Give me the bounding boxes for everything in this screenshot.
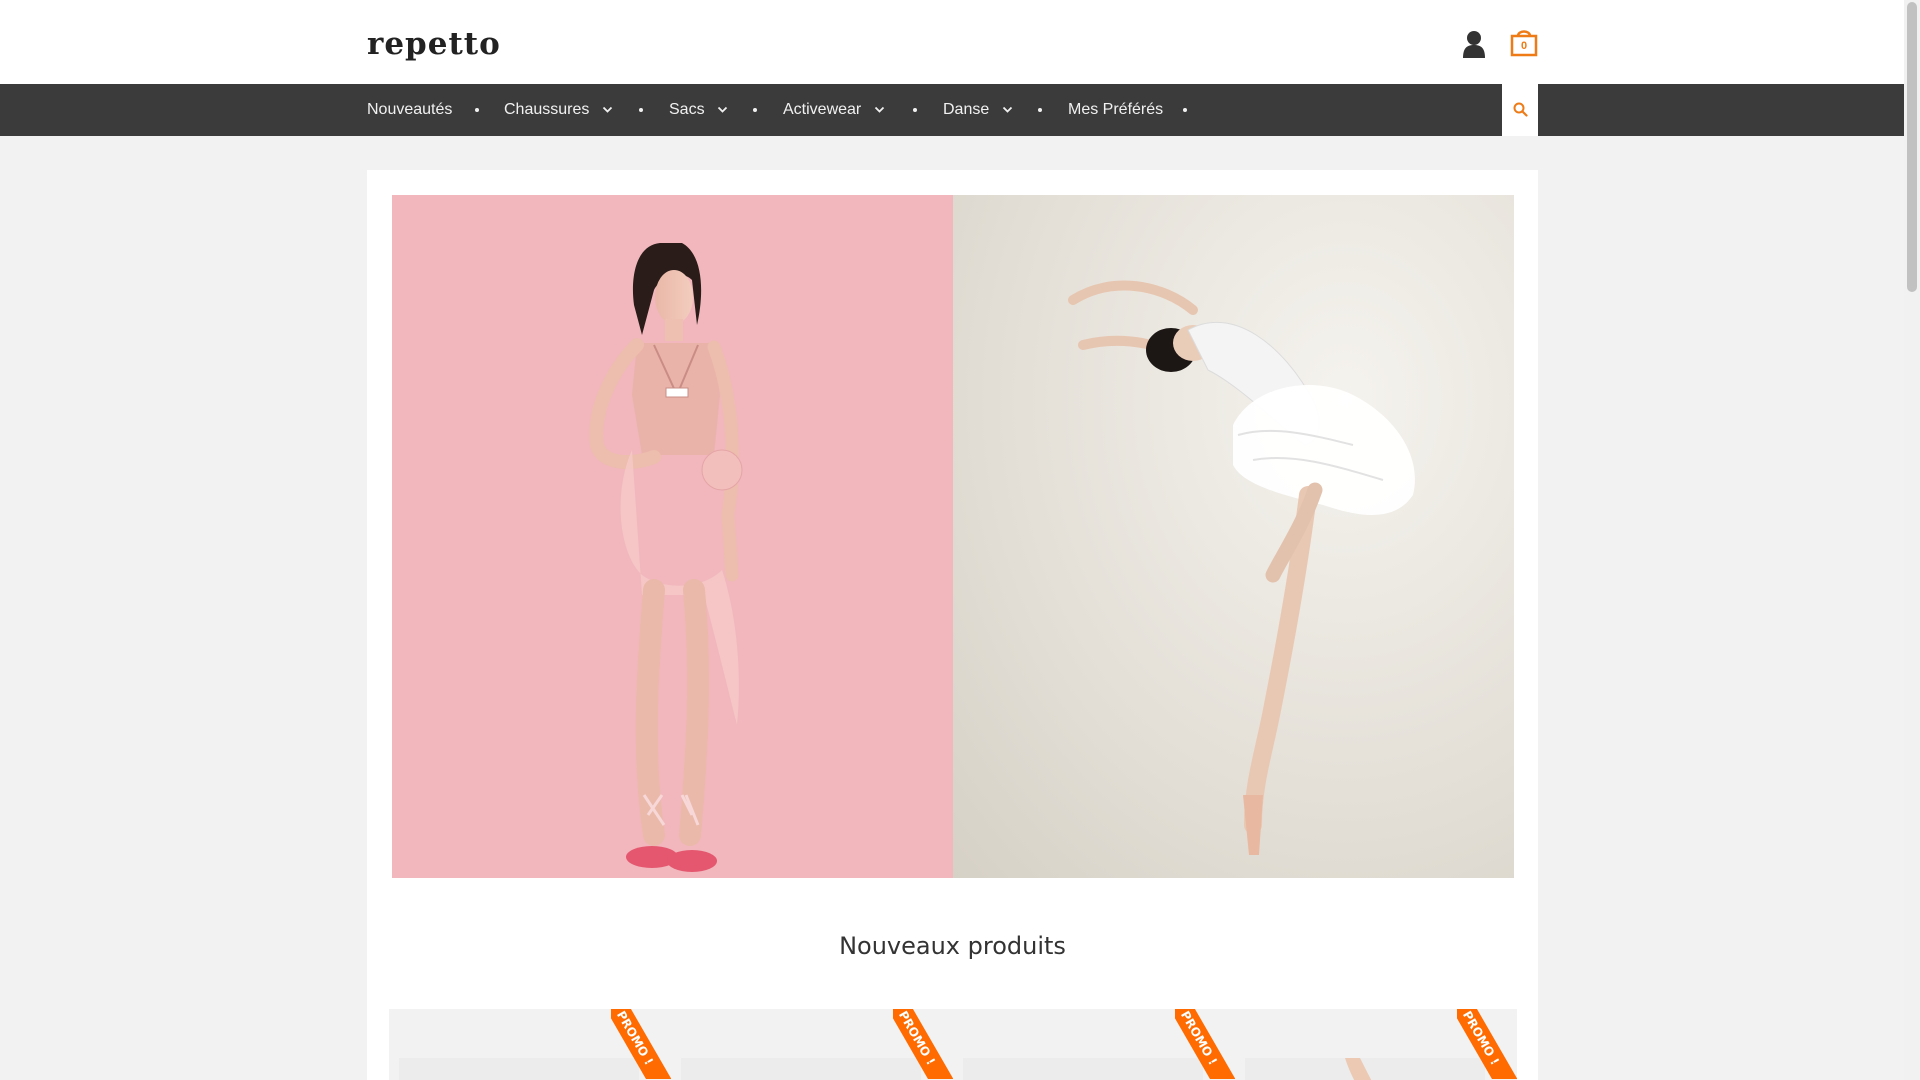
nav-item-danse[interactable]: Danse bbox=[943, 84, 1013, 136]
nav-item-mes-preferes[interactable]: Mes Préférés bbox=[1068, 84, 1163, 136]
nav-item-label: Chaussures bbox=[504, 101, 590, 118]
nav-item-activewear[interactable]: Activewear bbox=[783, 84, 885, 136]
hero-image-ballet bbox=[953, 195, 1514, 878]
chevron-down-icon bbox=[602, 107, 612, 114]
nav-item-label: Sacs bbox=[669, 101, 705, 118]
promo-ribbon: PROMO ! bbox=[1457, 1009, 1517, 1079]
nav-separator bbox=[1038, 108, 1042, 112]
promo-badge: PROMO ! bbox=[1457, 1009, 1517, 1079]
nav-separator bbox=[475, 108, 479, 112]
page-scrollbar[interactable] bbox=[1904, 0, 1920, 1080]
product-image bbox=[681, 1058, 921, 1080]
site-header: repetto 0 bbox=[0, 0, 1904, 84]
promo-ribbon: PROMO ! bbox=[1175, 1009, 1235, 1079]
search-button[interactable] bbox=[1502, 84, 1538, 136]
main-content: Nouveaux produits PROMO ! PROMO ! PROMO … bbox=[367, 170, 1538, 1080]
logo-wordmark: repetto bbox=[367, 26, 501, 62]
site-logo[interactable]: repetto bbox=[367, 26, 501, 62]
promo-badge: PROMO ! bbox=[611, 1009, 671, 1079]
promo-ribbon: PROMO ! bbox=[611, 1009, 671, 1079]
promo-badge: PROMO ! bbox=[893, 1009, 953, 1079]
product-image bbox=[399, 1058, 639, 1080]
nav-item-label: Danse bbox=[943, 101, 990, 118]
product-image bbox=[1245, 1058, 1485, 1080]
promo-ribbon: PROMO ! bbox=[893, 1009, 953, 1079]
product-image bbox=[963, 1058, 1203, 1080]
scrollbar-thumb[interactable] bbox=[1907, 2, 1917, 292]
nav-item-label: Mes Préférés bbox=[1068, 101, 1164, 118]
product-card[interactable]: PROMO ! bbox=[953, 1009, 1235, 1080]
nav-separator bbox=[639, 108, 643, 112]
nav-item-chaussures[interactable]: Chaussures bbox=[504, 84, 613, 136]
nav-item-nouveautes[interactable]: Nouveautés bbox=[367, 84, 452, 136]
nav-separator bbox=[1183, 108, 1187, 112]
product-card[interactable]: PROMO ! bbox=[671, 1009, 953, 1080]
section-title-new-products: Nouveaux produits bbox=[839, 932, 1066, 960]
product-card[interactable]: PROMO ! bbox=[389, 1009, 671, 1080]
page: repetto 0 Nouveautés Chaussures Sacs Act… bbox=[0, 0, 1904, 1080]
search-icon bbox=[1513, 102, 1528, 117]
chevron-down-icon bbox=[717, 107, 728, 114]
nav-separator bbox=[913, 108, 917, 112]
hero-banner[interactable] bbox=[392, 195, 1514, 878]
nav-item-sacs[interactable]: Sacs bbox=[669, 84, 728, 136]
cart-count-badge: 0 bbox=[1520, 40, 1528, 52]
cart-button[interactable]: 0 bbox=[1509, 27, 1539, 57]
nav-separator bbox=[753, 108, 757, 112]
promo-badge: PROMO ! bbox=[1175, 1009, 1235, 1079]
hero-image-fashion bbox=[392, 195, 953, 878]
chevron-down-icon bbox=[1002, 107, 1012, 114]
nav-item-label: Nouveautés bbox=[367, 101, 453, 118]
account-icon[interactable] bbox=[1462, 30, 1486, 58]
chevron-down-icon bbox=[874, 107, 884, 114]
main-nav: Nouveautés Chaussures Sacs Activewear Da… bbox=[0, 84, 1904, 136]
nav-item-label: Activewear bbox=[783, 101, 862, 118]
product-card[interactable]: PROMO ! bbox=[1235, 1009, 1517, 1080]
